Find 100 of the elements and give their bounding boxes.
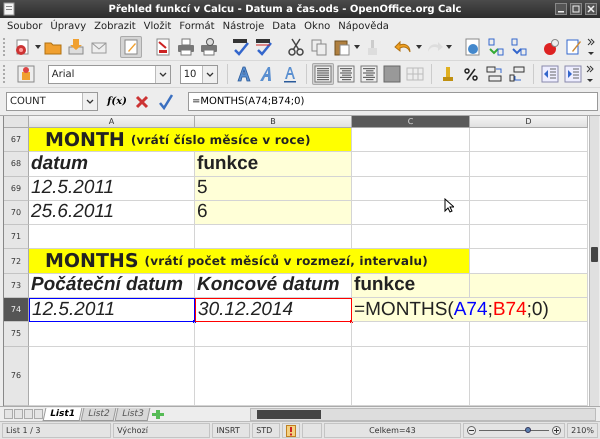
horizontal-scrollbar[interactable]	[250, 408, 596, 420]
column-label-cell[interactable]: funkce	[195, 152, 352, 177]
row-header[interactable]: 67	[4, 128, 29, 152]
document-icon	[3, 2, 15, 16]
chart-icon	[541, 37, 561, 57]
minimize-icon[interactable]	[555, 3, 567, 15]
table-cell[interactable]: 5	[195, 176, 352, 201]
table-cell[interactable]	[470, 200, 588, 226]
draw-icon	[564, 37, 584, 57]
align-left-button[interactable]	[312, 63, 334, 85]
autospellcheck-button[interactable]	[253, 36, 275, 58]
autospellcheck-icon	[254, 37, 274, 57]
menu-item[interactable]: Okno	[301, 20, 334, 32]
table-cell[interactable]: 30.12.2014	[195, 298, 352, 322]
zoom-out-icon[interactable]	[466, 426, 476, 435]
menu-item[interactable]: Formát	[176, 20, 218, 32]
zoom-in-icon[interactable]	[552, 426, 562, 435]
font-name-field[interactable]: Arial	[48, 64, 171, 84]
column-header[interactable]: D	[470, 116, 588, 128]
caret-icon[interactable]	[354, 45, 360, 49]
spellcheck-button[interactable]	[230, 36, 252, 58]
align-center-icon	[336, 64, 356, 84]
name-box-field[interactable]: COUNT	[6, 92, 98, 111]
table-cell[interactable]	[29, 322, 195, 346]
print-button[interactable]	[175, 36, 197, 58]
formula-input[interactable]: =MONTHS(A74;B74;0)	[188, 92, 598, 111]
column-header[interactable]: A	[29, 116, 195, 128]
table-cell[interactable]	[352, 152, 470, 177]
column-label-cell[interactable]: Počáteční datum	[29, 274, 195, 298]
column-header[interactable]: C	[352, 116, 470, 128]
formula-cell[interactable]: =MONTHS(A74;B74;0)	[352, 298, 588, 322]
warning-icon	[286, 424, 296, 436]
overflow-icon[interactable]	[586, 64, 594, 84]
function-wizard-button[interactable]: f(x)	[106, 92, 128, 112]
row-header[interactable]: 74	[4, 298, 29, 322]
sort-ascending-icon	[486, 37, 506, 57]
menu-item[interactable]: Nástroje	[220, 20, 268, 32]
vertical-scrollbar[interactable]	[589, 116, 599, 406]
styles-button[interactable]	[14, 63, 37, 85]
menu-item[interactable]: Soubor	[4, 20, 46, 32]
row-header[interactable]: 72	[4, 249, 29, 274]
sort-descending-icon	[509, 37, 529, 57]
accept-button[interactable]	[156, 92, 176, 112]
table-cell[interactable]	[470, 322, 588, 346]
sheet-tab[interactable]: List1	[42, 408, 82, 420]
sheet-tab[interactable]: List3	[114, 408, 152, 420]
caret-icon[interactable]	[416, 45, 422, 49]
align-center-button[interactable]	[335, 63, 358, 85]
caret-icon[interactable]	[446, 45, 452, 49]
menu-item[interactable]: Vložit	[140, 20, 174, 32]
close-icon[interactable]	[585, 3, 597, 15]
sheet-tab[interactable]: List2	[80, 408, 117, 420]
row-header[interactable]: 73	[4, 274, 29, 298]
decrease-indent-button[interactable]	[539, 63, 562, 85]
selection-mode: STD	[252, 423, 280, 438]
column-label-cell[interactable]: funkce	[352, 274, 470, 298]
maximize-icon[interactable]	[570, 3, 582, 15]
copy-icon	[309, 37, 329, 57]
chevron-down-icon[interactable]	[158, 72, 167, 76]
row-header[interactable]: 71	[4, 225, 29, 250]
sum-readout: Celkem=43	[324, 423, 461, 438]
table-cell[interactable]	[352, 128, 470, 152]
table-cell[interactable]	[195, 322, 352, 346]
row-header[interactable]: 70	[4, 200, 29, 226]
chevron-down-icon[interactable]	[86, 99, 94, 104]
justify-button[interactable]	[381, 63, 404, 85]
menu-item[interactable]: Nápověda	[335, 20, 392, 32]
table-cell[interactable]: 6	[195, 200, 352, 226]
add-decimal-icon	[484, 64, 504, 84]
row-header[interactable]: 75	[4, 322, 29, 346]
print-preview-button[interactable]	[198, 36, 220, 58]
zoom-slider-thumb[interactable]	[525, 427, 532, 433]
cut-icon	[286, 37, 306, 57]
increase-indent-button[interactable]	[562, 63, 584, 85]
chevron-down-icon[interactable]	[206, 72, 214, 76]
menu-item[interactable]: Zobrazit	[91, 20, 139, 32]
sheet-position: List 1 / 3	[2, 423, 112, 438]
styles-icon	[16, 64, 36, 84]
table-cell[interactable]	[470, 274, 588, 298]
table-cell[interactable]	[352, 176, 470, 201]
table-cell[interactable]: 12.5.2011	[29, 298, 195, 322]
edit-mode-button[interactable]	[120, 36, 142, 58]
table-cell[interactable]	[470, 128, 588, 152]
caret-icon[interactable]	[35, 45, 41, 49]
table-cell[interactable]	[470, 225, 588, 250]
menu-item[interactable]: Data	[269, 20, 300, 32]
font-size-field[interactable]: 10	[180, 64, 218, 84]
menu-item[interactable]: Úpravy	[47, 20, 90, 32]
table-cell[interactable]	[470, 152, 588, 177]
align-right-button[interactable]	[358, 63, 380, 85]
row-header[interactable]: 68	[4, 152, 29, 177]
table-cell[interactable]	[352, 322, 470, 346]
table-cell[interactable]	[470, 176, 588, 201]
row-header[interactable]: 69	[4, 176, 29, 201]
section-title: MONTH	[45, 128, 125, 151]
column-header[interactable]: B	[195, 116, 352, 128]
window-title: Přehled funkcí v Calcu - Datum a čas.ods - OpenOffice.org Calc	[108, 4, 462, 14]
overflow-icon[interactable]	[587, 37, 595, 57]
print-preview-icon	[199, 37, 219, 57]
row-header[interactable]: 76	[4, 346, 29, 406]
